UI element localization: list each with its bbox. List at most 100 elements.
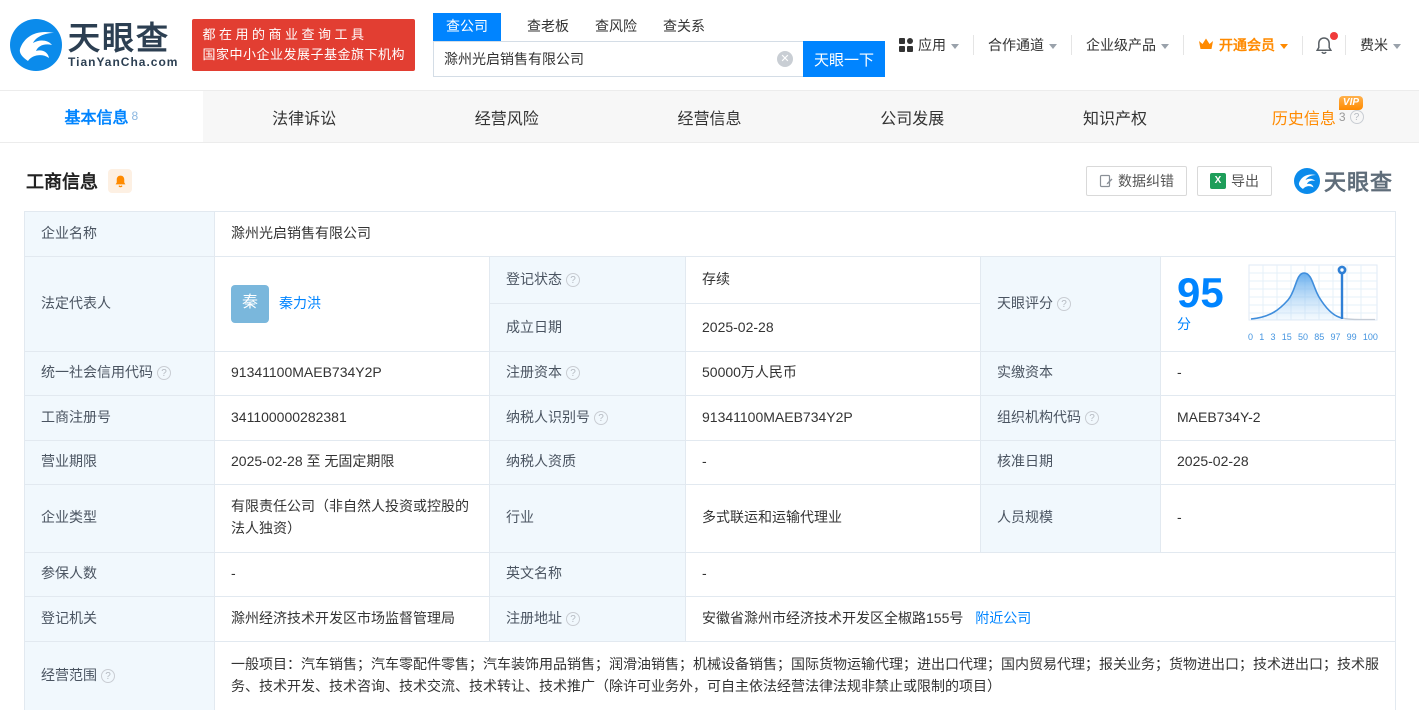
nav-apps[interactable]: 应用 bbox=[885, 35, 973, 55]
business-scope-label: 经营范围? bbox=[24, 640, 215, 710]
table-row: 经营范围? 一般项目：汽车销售；汽车零配件零售；汽车装饰用品销售；润滑油销售；机… bbox=[24, 640, 1397, 710]
reg-authority-value: 滁州经济技术开发区市场监督管理局 bbox=[214, 595, 490, 642]
table-row: 企业类型 有限责任公司（非自然人投资或控股的法人独资） 行业 多式联运和运输代理… bbox=[24, 483, 1397, 553]
notifications-bell[interactable] bbox=[1302, 31, 1345, 55]
section-title: 工商信息 bbox=[26, 172, 98, 192]
reg-address-value: 安徽省滁州市经济技术开发区全椒路155号 附近公司 bbox=[684, 595, 1397, 642]
company-detail-tabs: 基本信息 8 法律诉讼 经营风险 经营信息 公司发展 知识产权 VIP 历史信息… bbox=[0, 90, 1419, 143]
reg-status-value: 存续 bbox=[685, 255, 981, 305]
score-value-cell: 95分 0 1 3 15 50 85 97 99 100 bbox=[1159, 256, 1397, 352]
chevron-down-icon bbox=[1049, 43, 1057, 49]
tab-history-count: 3 bbox=[1338, 109, 1346, 124]
export-button[interactable]: X 导出 bbox=[1196, 166, 1272, 196]
approval-date-label: 核准日期 bbox=[980, 439, 1161, 485]
table-row: 法定代表人 秦 秦力洪 登记状态? 存续 天眼评分? 95分 0 1 3 15 … bbox=[24, 255, 1397, 352]
staff-size-label: 人员规模 bbox=[980, 483, 1161, 553]
credit-code-label-text: 统一社会信用代码 bbox=[41, 364, 153, 381]
nav-partnership[interactable]: 合作通道 bbox=[973, 35, 1071, 55]
score-label: 天眼评分? bbox=[980, 256, 1161, 352]
nav-open-vip-label: 开通会员 bbox=[1219, 37, 1275, 53]
english-name-label: 英文名称 bbox=[489, 551, 686, 597]
help-icon[interactable]: ? bbox=[1085, 410, 1099, 425]
slogan-line1: 都在用的商业查询工具 bbox=[202, 27, 368, 42]
watermark-text: 天眼查 bbox=[1323, 170, 1393, 195]
insured-count-label: 参保人数 bbox=[24, 551, 215, 597]
clear-search-icon[interactable]: ✕ bbox=[777, 51, 793, 67]
tianyancha-swirl-icon bbox=[1293, 168, 1320, 194]
help-icon[interactable]: ? bbox=[157, 366, 171, 381]
tab-risk-label: 经营风险 bbox=[474, 110, 539, 128]
chart-tick-label: 100 bbox=[1362, 331, 1378, 342]
tab-development-label: 公司发展 bbox=[880, 110, 945, 128]
business-info-table: 企业名称 滁州光启销售有限公司 法定代表人 秦 秦力洪 登记状态? 存续 天眼评… bbox=[0, 211, 1419, 710]
tab-history-info[interactable]: VIP 历史信息 3 ? bbox=[1216, 91, 1419, 142]
reg-capital-label-text: 注册资本 bbox=[506, 364, 562, 381]
nav-open-vip[interactable]: 开通会员 bbox=[1183, 35, 1302, 55]
approval-date-value: 2025-02-28 bbox=[1159, 439, 1397, 485]
establish-date-label: 成立日期 bbox=[489, 303, 686, 352]
tab-intellectual-property[interactable]: 知识产权 bbox=[1014, 91, 1217, 142]
nav-enterprise-label: 企业级产品 bbox=[1086, 37, 1156, 53]
search-button[interactable]: 天眼一下 bbox=[803, 41, 885, 77]
search-tab-risk[interactable]: 查风险 bbox=[595, 13, 637, 41]
tab-business-info[interactable]: 经营信息 bbox=[608, 91, 811, 142]
tab-operating-risk[interactable]: 经营风险 bbox=[405, 91, 608, 142]
slogan-line2: 国家中小企业发展子基金旗下机构 bbox=[202, 47, 405, 62]
chart-tick-label: 15 bbox=[1281, 331, 1292, 342]
taxpayer-id-label-text: 纳税人识别号 bbox=[506, 408, 590, 425]
tab-basic-info-label: 基本信息 bbox=[64, 110, 129, 127]
search-block: 查公司 查老板 查风险 查关系 ✕ 天眼一下 bbox=[433, 13, 885, 77]
nav-user-menu[interactable]: 费米 bbox=[1345, 35, 1415, 55]
legal-rep-value: 秦 秦力洪 bbox=[214, 256, 490, 352]
nav-partnership-label: 合作通道 bbox=[988, 37, 1044, 53]
nearby-companies-link[interactable]: 附近公司 bbox=[975, 610, 1031, 626]
monitor-bell-button[interactable] bbox=[108, 169, 132, 193]
tab-legal-proceedings[interactable]: 法律诉讼 bbox=[203, 91, 406, 142]
chevron-down-icon bbox=[1161, 43, 1169, 49]
search-tab-boss[interactable]: 查老板 bbox=[527, 13, 569, 41]
data-correction-label: 数据纠错 bbox=[1117, 173, 1174, 189]
apps-grid-icon bbox=[899, 38, 913, 52]
search-input[interactable] bbox=[433, 41, 803, 77]
edit-doc-icon bbox=[1099, 174, 1113, 188]
score-distribution-chart: 0 1 3 15 50 85 97 99 100 bbox=[1247, 263, 1379, 345]
taxpayer-quality-value: - bbox=[685, 439, 981, 485]
reg-number-value: 341100000282381 bbox=[214, 394, 490, 441]
table-row: 登记机关 滁州经济技术开发区市场监督管理局 注册地址? 安徽省滁州市经济技术开发… bbox=[24, 595, 1397, 642]
help-icon[interactable]: ? bbox=[566, 366, 580, 381]
legal-rep-avatar[interactable]: 秦 bbox=[231, 284, 269, 323]
data-correction-button[interactable]: 数据纠错 bbox=[1085, 166, 1187, 196]
org-code-label-text: 组织机构代码 bbox=[997, 408, 1081, 425]
tab-company-development[interactable]: 公司发展 bbox=[811, 91, 1014, 142]
credit-code-label: 统一社会信用代码? bbox=[24, 350, 215, 396]
help-icon[interactable]: ? bbox=[566, 273, 580, 288]
search-tab-relation[interactable]: 查关系 bbox=[663, 13, 705, 41]
help-icon[interactable]: ? bbox=[594, 410, 608, 425]
company-name-label: 企业名称 bbox=[24, 211, 215, 257]
tab-basic-info[interactable]: 基本信息 8 bbox=[0, 91, 203, 142]
business-term-label: 营业期限 bbox=[24, 439, 215, 485]
top-nav: 应用 合作通道 企业级产品 开通会员 费米 bbox=[885, 31, 1415, 55]
tab-business-label: 经营信息 bbox=[677, 110, 742, 128]
industry-label: 行业 bbox=[489, 483, 686, 553]
chevron-down-icon bbox=[1393, 43, 1401, 49]
credit-code-value: 91341100MAEB734Y2P bbox=[214, 350, 490, 396]
legal-rep-link[interactable]: 秦力洪 bbox=[279, 293, 321, 315]
table-row: 营业期限 2025-02-28 至 无固定期限 纳税人资质 - 核准日期 202… bbox=[24, 439, 1397, 485]
reg-authority-label: 登记机关 bbox=[24, 595, 215, 642]
watermark-logo: 天眼查 bbox=[1293, 165, 1393, 197]
help-icon[interactable]: ? bbox=[566, 611, 580, 626]
help-icon[interactable]: ? bbox=[101, 669, 115, 684]
reg-address-text: 安徽省滁州市经济技术开发区全椒路155号 bbox=[702, 609, 964, 626]
help-icon[interactable]: ? bbox=[1349, 109, 1364, 124]
nav-enterprise-products[interactable]: 企业级产品 bbox=[1071, 35, 1183, 55]
chart-tick-label: 1 bbox=[1259, 331, 1265, 342]
help-icon[interactable]: ? bbox=[1057, 296, 1071, 311]
chart-tick-label: 85 bbox=[1314, 331, 1325, 342]
tianyancha-logo[interactable]: 天眼查 TianYanCha.com bbox=[10, 19, 178, 71]
industry-value: 多式联运和运输代理业 bbox=[685, 483, 981, 553]
company-type-value: 有限责任公司（非自然人投资或控股的法人独资） bbox=[214, 483, 490, 553]
search-tab-company[interactable]: 查公司 bbox=[433, 13, 501, 41]
tab-history-label: 历史信息 bbox=[1271, 110, 1336, 128]
chart-tick-label: 50 bbox=[1297, 331, 1308, 342]
